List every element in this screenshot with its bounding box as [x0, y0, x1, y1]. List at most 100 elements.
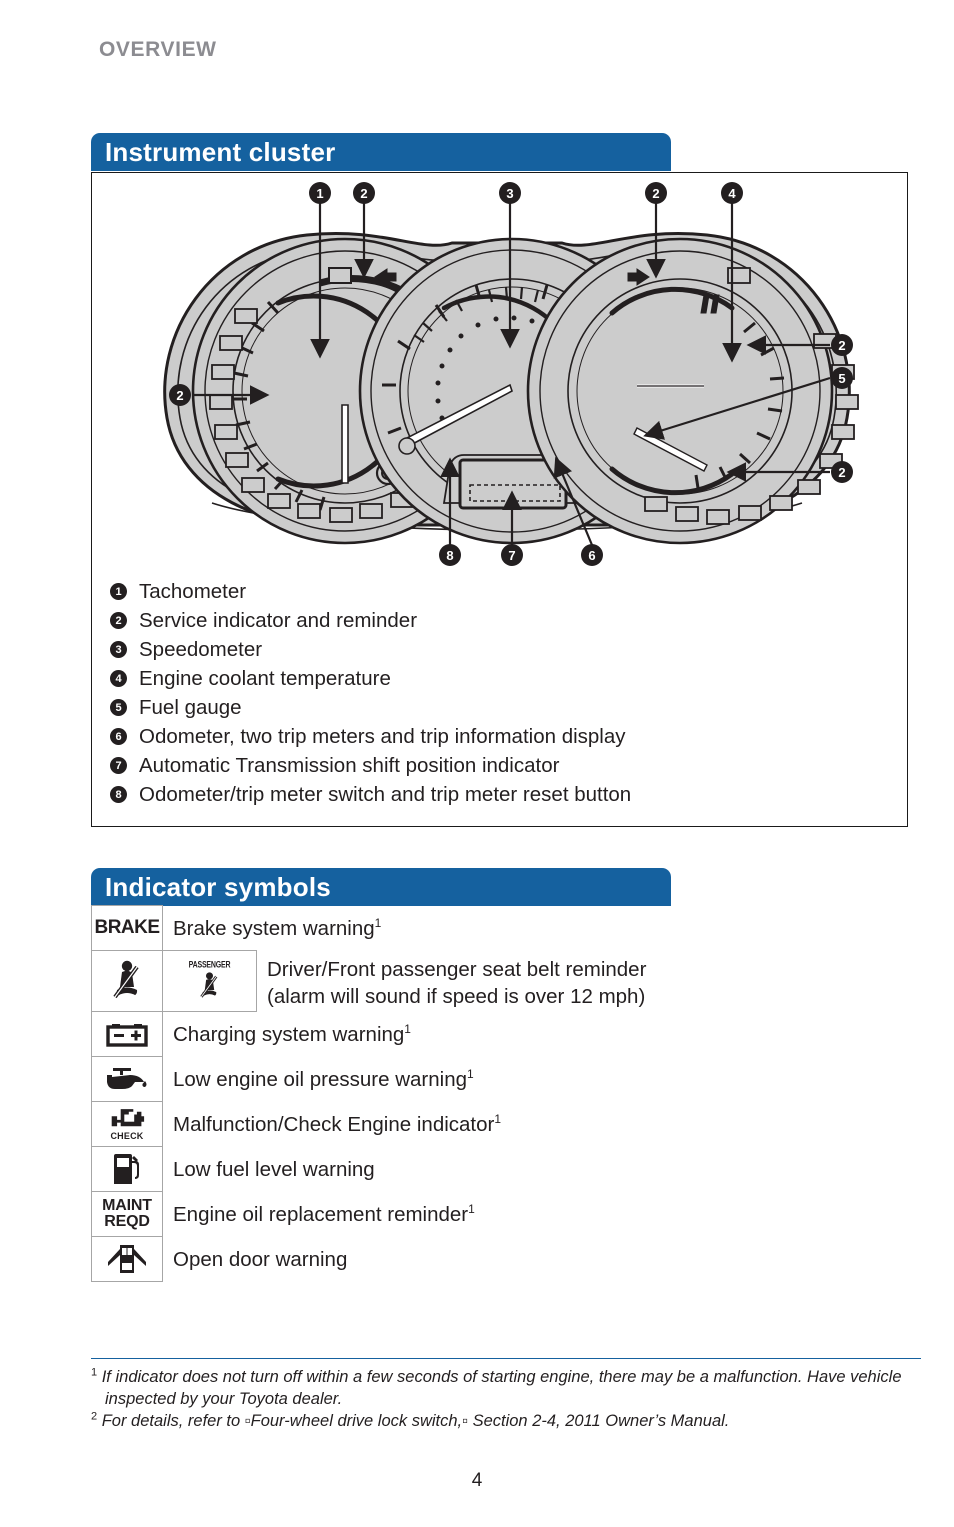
svg-text:3: 3 [506, 186, 513, 201]
section-header-instrument-cluster: Instrument cluster [91, 133, 671, 171]
svg-text:2: 2 [176, 388, 183, 403]
callout-number: 4 [110, 670, 127, 687]
row-label: Driver/Front passenger seat belt reminde… [267, 951, 646, 1010]
battery-glyph [106, 1024, 148, 1047]
row-label-line2: (alarm will sound if speed is over 12 mp… [267, 985, 646, 1008]
manual-page: OVERVIEW Instrument cluster 1 2 3 2 4 2 … [0, 0, 954, 1527]
figure-marker-2d: 2 [831, 461, 853, 483]
footnote-marker: 1 [91, 1366, 98, 1379]
callout-label: Engine coolant temperature [139, 667, 391, 690]
figure-marker-3: 3 [499, 182, 521, 204]
section-header-indicator-symbols: Indicator symbols [91, 868, 671, 906]
callout-item-3: 3 Speedometer [110, 636, 890, 665]
row-label: Brake system warning1 [173, 906, 381, 942]
callout-item-2: 2 Service indicator and reminder [110, 607, 890, 636]
footnote-1: 1 If indicator does not turn off within … [91, 1366, 921, 1410]
callout-label: Fuel gauge [139, 696, 242, 719]
row-footnote-marker: 1 [468, 1202, 475, 1217]
footnote-2: 2 For details, refer to ▫Four-wheel driv… [91, 1410, 921, 1432]
callout-label: Odometer/trip meter switch and trip mete… [139, 783, 632, 806]
check-icon-text: CHECK [110, 1131, 144, 1141]
passenger-seatbelt-glyph [200, 971, 218, 998]
callout-number: 1 [110, 583, 127, 600]
callout-item-1: 1 Tachometer [110, 578, 890, 607]
instrument-cluster-panel: 1 2 3 2 4 2 5 2 2 8 7 6 1 Tachometer 2 S… [91, 172, 908, 827]
engine-glyph [111, 1109, 145, 1127]
callout-number: 3 [110, 641, 127, 658]
svg-text:2: 2 [838, 465, 845, 480]
callout-number: 2 [110, 612, 127, 629]
svg-text:5: 5 [838, 371, 845, 386]
section-title-text: Instrument cluster [105, 136, 336, 167]
table-row: CHECK Malfunction/Check Engine indicator… [91, 1101, 908, 1147]
row-label-text: Brake system warning [173, 917, 375, 940]
callout-label: Automatic Transmission shift position in… [139, 754, 560, 777]
footnotes: 1 If indicator does not turn off within … [91, 1358, 921, 1432]
svg-text:8: 8 [446, 548, 453, 563]
table-row: MAINT REQD Engine oil replacement remind… [91, 1191, 908, 1237]
row-label-text: Engine oil replacement reminder [173, 1203, 469, 1226]
brake-warning-icon: BRAKE [91, 905, 163, 951]
indicator-symbols-table: BRAKE Brake system warning1 PASSENGER Dr… [91, 905, 908, 1282]
figure-marker-2a: 2 [353, 182, 375, 204]
check-engine-icon: CHECK [91, 1101, 163, 1147]
open-door-icon [91, 1236, 163, 1282]
svg-text:4: 4 [728, 186, 736, 201]
instrument-cluster-diagram: 1 2 3 2 4 2 5 2 2 8 7 6 [163, 182, 859, 566]
row-footnote-marker: 1 [374, 916, 382, 931]
row-label-text: Malfunction/Check Engine indicator [173, 1113, 495, 1136]
callout-number: 8 [110, 786, 127, 803]
callout-number: 7 [110, 757, 127, 774]
figure-marker-6: 6 [581, 544, 603, 566]
table-row: BRAKE Brake system warning1 [91, 905, 908, 951]
svg-text:1: 1 [316, 186, 323, 201]
row-footnote-marker: 1 [494, 1112, 502, 1127]
row-label-text: Open door warning [173, 1248, 348, 1271]
row-label: Low fuel level warning [173, 1147, 375, 1183]
row-label: Low engine oil pressure warning1 [173, 1057, 474, 1093]
row-label: Malfunction/Check Engine indicator1 [173, 1102, 501, 1138]
oil-can-glyph [107, 1068, 147, 1089]
passenger-icon-text: PASSENGER [188, 960, 231, 970]
table-row: Charging system warning1 [91, 1011, 908, 1057]
callout-label: Speedometer [139, 638, 263, 661]
callout-label: Odometer, two trip meters and trip infor… [139, 725, 626, 748]
fuel-pump-icon [91, 1146, 163, 1192]
figure-marker-2e: 2 [169, 384, 191, 406]
footnote-marker: 2 [91, 1410, 98, 1423]
callout-item-7: 7 Automatic Transmission shift position … [110, 752, 890, 781]
row-footnote-marker: 1 [404, 1022, 411, 1037]
callout-item-8: 8 Odometer/trip meter switch and trip me… [110, 781, 890, 810]
row-label-text: Charging system warning [173, 1023, 405, 1046]
row-label-line1: Driver/Front passenger seat belt reminde… [267, 958, 647, 981]
seatbelt-glyph [113, 960, 139, 999]
maint-icon-text-line2: REQD [104, 1213, 150, 1230]
fuel-pump-glyph [114, 1154, 139, 1184]
row-footnote-marker: 1 [467, 1067, 474, 1082]
svg-text:2: 2 [838, 338, 845, 353]
figure-marker-2b: 2 [645, 182, 667, 204]
svg-text:2: 2 [360, 186, 367, 201]
callout-label: Tachometer [139, 580, 247, 603]
brake-icon-text: BRAKE [94, 917, 160, 938]
callout-number: 5 [110, 699, 127, 716]
row-label: Engine oil replacement reminder1 [173, 1192, 475, 1228]
row-label-text: Low engine oil pressure warning [173, 1068, 468, 1091]
svg-text:6: 6 [588, 548, 595, 563]
section-title-text: Indicator symbols [105, 871, 331, 902]
footnote-text: If indicator does not turn off within a … [101, 1368, 902, 1408]
battery-charging-icon [91, 1011, 163, 1057]
figure-marker-7: 7 [501, 544, 523, 566]
callout-item-6: 6 Odometer, two trip meters and trip inf… [110, 723, 890, 752]
callout-item-4: 4 Engine coolant temperature [110, 665, 890, 694]
figure-marker-8: 8 [439, 544, 461, 566]
row-label-text: Low fuel level warning [173, 1158, 375, 1181]
table-row: Low fuel level warning [91, 1146, 908, 1192]
maint-reqd-icon: MAINT REQD [91, 1191, 163, 1237]
figure-marker-2c: 2 [831, 334, 853, 356]
svg-text:7: 7 [508, 548, 515, 563]
table-row: Low engine oil pressure warning1 [91, 1056, 908, 1102]
figure-marker-1: 1 [309, 182, 331, 204]
cluster-callout-list: 1 Tachometer 2 Service indicator and rem… [110, 578, 890, 810]
page-number: 4 [471, 1470, 483, 1491]
